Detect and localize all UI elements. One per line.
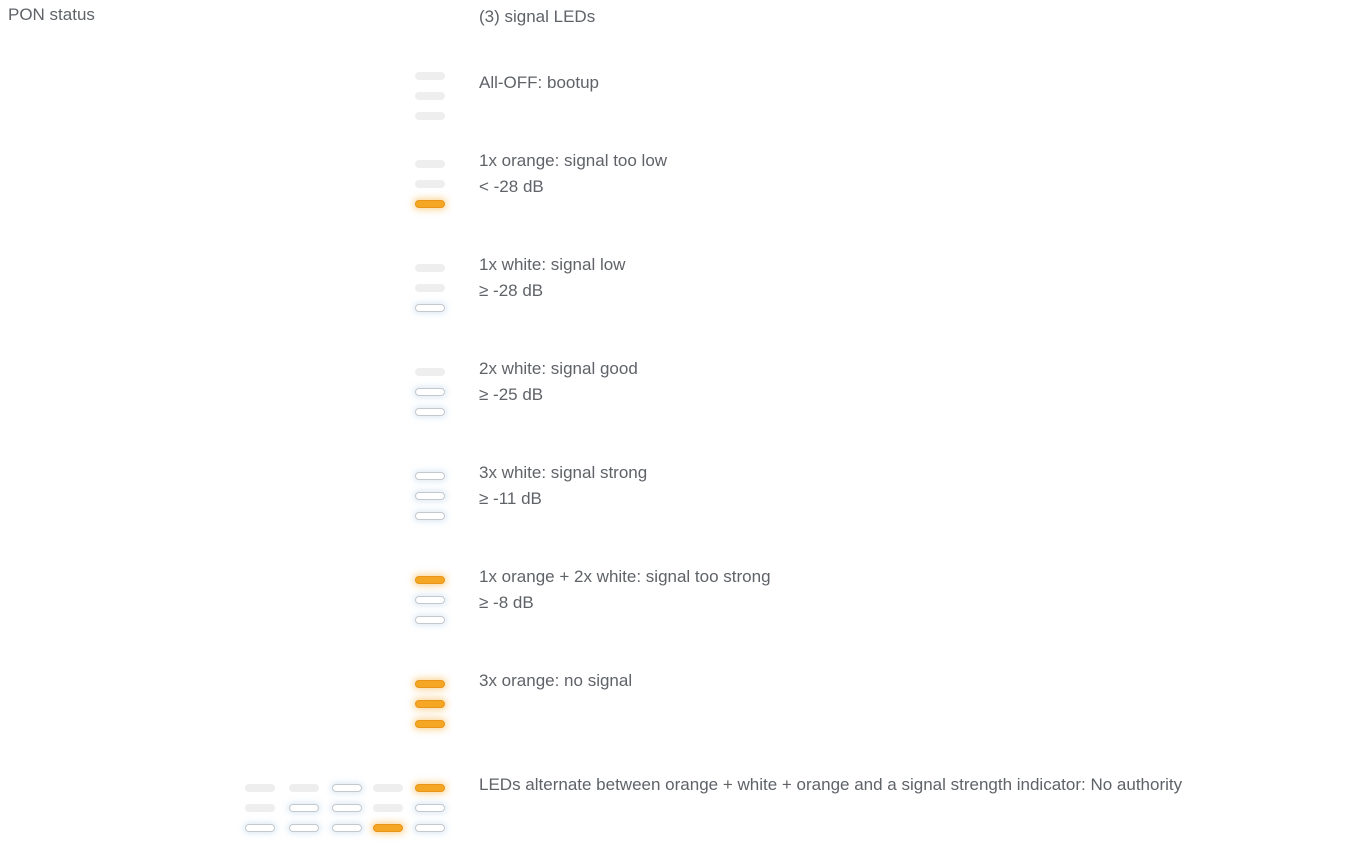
led-off	[415, 264, 445, 272]
led-orange	[415, 700, 445, 708]
led-state-description: 1x white: signal low ≥ -28 dB	[479, 252, 625, 304]
state-label: 2x white: signal good	[479, 359, 638, 378]
led-white	[289, 804, 319, 812]
led-off	[415, 112, 445, 120]
led-state-description: LEDs alternate between orange + white + …	[479, 772, 1182, 798]
state-threshold: ≥ -28 dB	[479, 281, 544, 300]
led-white	[415, 472, 445, 480]
led-white	[415, 388, 445, 396]
state-label: 1x orange: signal too low	[479, 151, 668, 170]
led-off	[245, 784, 275, 792]
led-white	[245, 824, 275, 832]
led-off	[415, 284, 445, 292]
state-label: 1x white: signal low	[479, 255, 626, 274]
led-state-description: 2x white: signal good ≥ -25 dB	[479, 356, 638, 408]
led-orange	[373, 824, 403, 832]
led-orange	[415, 720, 445, 728]
led-off	[373, 804, 403, 812]
led-off	[245, 804, 275, 812]
state-label: LEDs alternate between orange + white + …	[479, 775, 1183, 794]
led-state-description: 3x orange: no signal	[479, 668, 632, 694]
led-white	[289, 824, 319, 832]
state-threshold: ≥ -8 dB	[479, 593, 534, 612]
led-white	[415, 492, 445, 500]
led-off	[415, 368, 445, 376]
led-orange	[415, 784, 445, 792]
led-orange	[415, 680, 445, 688]
led-state-description: 1x orange + 2x white: signal too strong ≥…	[479, 564, 771, 616]
led-white	[415, 408, 445, 416]
led-state-description: 3x white: signal strong ≥ -11 dB	[479, 460, 647, 512]
led-off	[415, 72, 445, 80]
led-white	[415, 304, 445, 312]
state-label: 3x orange: no signal	[479, 671, 633, 690]
led-off	[289, 784, 319, 792]
led-off	[373, 784, 403, 792]
led-orange	[415, 200, 445, 208]
section-label: PON status	[8, 5, 95, 24]
state-threshold: ≥ -11 dB	[479, 489, 542, 508]
state-label: All-OFF: bootup	[479, 73, 599, 92]
led-white	[415, 824, 445, 832]
led-state-description: All-OFF: bootup	[479, 70, 599, 96]
led-off	[415, 160, 445, 168]
led-white	[415, 512, 445, 520]
state-label: 1x orange + 2x white: signal too strong	[479, 567, 771, 586]
led-white	[332, 804, 362, 812]
leds-header: (3) signal LEDs	[479, 7, 596, 26]
led-state-description: 1x orange: signal too low < -28 dB	[479, 148, 667, 200]
led-white	[415, 596, 445, 604]
led-white	[415, 804, 445, 812]
state-threshold: ≥ -25 dB	[479, 385, 544, 404]
led-off	[415, 180, 445, 188]
led-off	[415, 92, 445, 100]
led-white	[415, 616, 445, 624]
led-orange	[415, 576, 445, 584]
led-white	[332, 824, 362, 832]
state-threshold: < -28 dB	[479, 177, 544, 196]
led-white	[332, 784, 362, 792]
state-label: 3x white: signal strong	[479, 463, 648, 482]
